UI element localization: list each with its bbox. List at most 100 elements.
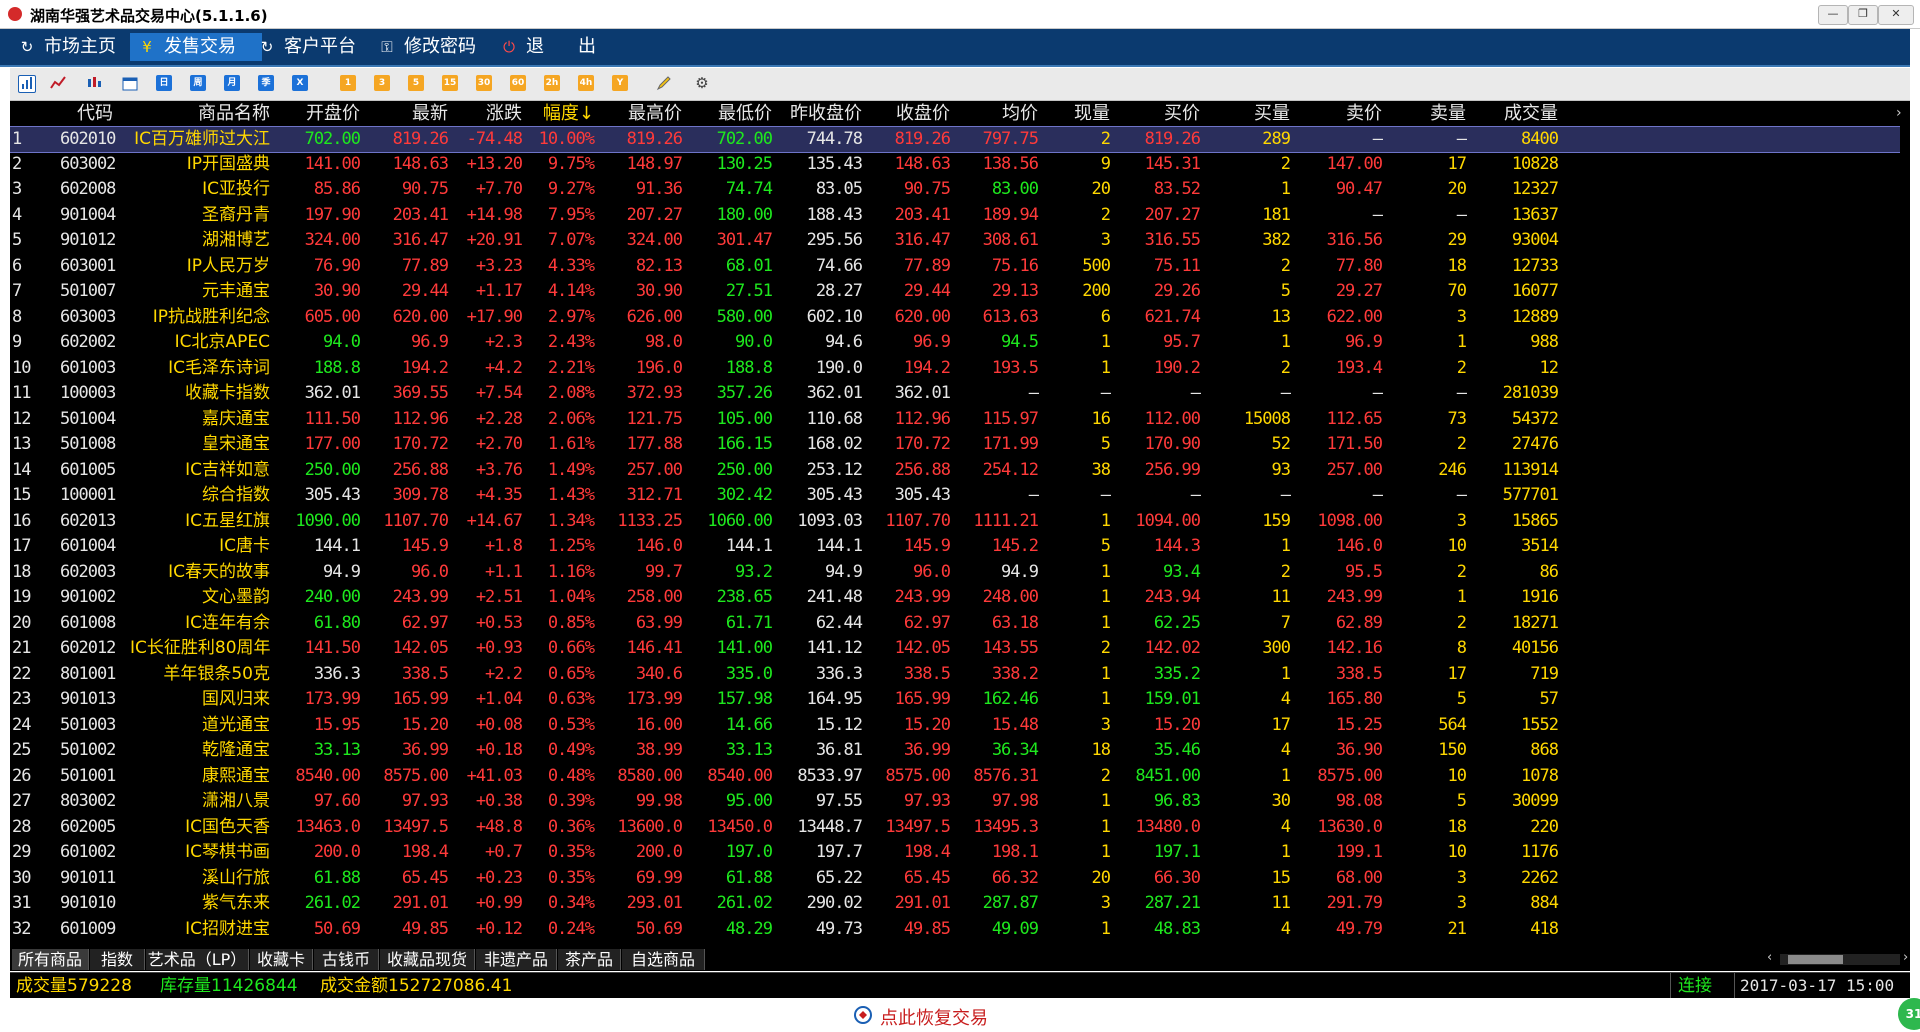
header-change-pct[interactable]: 幅度↓ [522, 101, 594, 126]
menu-item-2[interactable]: ↻ 客户平台 [250, 33, 382, 61]
header-ask-price[interactable]: 卖价 [1290, 101, 1382, 126]
calendar-icon[interactable] [122, 75, 138, 91]
day-icon[interactable]: 日 [156, 75, 172, 91]
month-icon[interactable]: 月 [224, 75, 240, 91]
table-row[interactable]: 28 602005 IC国色天香 13463.0 13497.5 +48.8 0.36% 13… [10, 815, 1900, 840]
table-row[interactable]: 21 602012 IC长征胜利80周年 141.50 142.05 +0.93 0.66%… [10, 636, 1900, 661]
table-row[interactable]: 16 602013 IC五星红旗 1090.00 1107.70 +14.67 1.34% 1… [10, 509, 1900, 534]
header-bid-volume[interactable]: 买量 [1200, 101, 1290, 126]
cell-product-name: 紫气东来 [202, 893, 270, 913]
15min-icon[interactable]: 15 [442, 75, 458, 91]
table-row[interactable]: 27 803002 潇湘八景 97.60 97.93 +0.38 0.39% 99.98 95.… [10, 789, 1900, 814]
table-row[interactable]: 17 601004 IC唐卡 144.1 145.9 +1.8 1.25% 146.0 144.… [10, 534, 1900, 559]
header-open-price[interactable]: 开盘价 [280, 101, 360, 126]
table-row[interactable]: 24 501003 道光通宝 15.95 15.20 +0.08 0.53% 16.00 14.… [10, 713, 1900, 738]
menu-item-1[interactable]: ¥ 发售交易 [130, 33, 262, 61]
table-row[interactable]: 14 601005 IC吉祥如意 250.00 256.88 +3.76 1.49% 257.… [10, 458, 1900, 483]
table-row[interactable]: 30 901011 溪山行旅 61.88 65.45 +0.23 0.35% 69.99 61.… [10, 866, 1900, 891]
scroll-right-arrow-icon[interactable]: › [1903, 950, 1908, 965]
tab-category[interactable]: 指数 [90, 949, 145, 970]
menu-item-4[interactable]: ⏻ 退 [492, 33, 556, 61]
table-row[interactable]: 19 901002 文心墨韵 240.00 243.99 +2.51 1.04% 258.00… [10, 585, 1900, 610]
restore-trading-link[interactable]: 点此恢复交易 [854, 1004, 988, 1030]
draw-pencil-icon[interactable] [656, 75, 672, 91]
list-view-icon[interactable] [18, 75, 36, 93]
table-row[interactable]: 11 100003 收藏卡指数 362.01 369.55 +7.54 2.08% 372.9… [10, 381, 1900, 406]
table-row[interactable]: 5 901012 湖湘博艺 324.00 316.47 +20.91 7.07% 324.00… [10, 228, 1900, 253]
header-product-name[interactable]: 商品名称 [130, 101, 270, 126]
table-row[interactable]: 23 901013 国风归来 173.99 165.99 +1.04 0.63% 173.99… [10, 687, 1900, 712]
table-row[interactable]: 3 602008 IC亚投行 85.86 90.75 +7.70 9.27% 91.36 74.… [10, 177, 1900, 202]
menu-item-5[interactable]: 出 [570, 33, 608, 61]
table-row[interactable]: 29 601002 IC琴棋书画 200.0 198.4 +0.7 0.35% 200.0 19… [10, 840, 1900, 865]
tab-category[interactable]: 古钱币 [314, 949, 379, 970]
x-period-icon[interactable]: X [292, 75, 308, 91]
header-prev-close[interactable]: 昨收盘价 [772, 101, 862, 126]
table-row[interactable]: 18 602003 IC春天的故事 94.9 96.0 +1.1 1.16% 99.7 93.2… [10, 560, 1900, 585]
5min-icon[interactable]: 5 [408, 75, 424, 91]
table-row[interactable]: 25 501002 乾隆通宝 33.13 36.99 +0.18 0.49% 38.99 33.… [10, 738, 1900, 763]
table-row[interactable]: 32 601009 IC招财进宝 50.69 49.85 +0.12 0.24% 50.69 4… [10, 917, 1900, 942]
cell-bid-price: 142.02 [1144, 638, 1201, 658]
notification-badge[interactable]: 31 [1898, 998, 1920, 1030]
table-row[interactable]: 13 501008 皇宋通宝 177.00 170.72 +2.70 1.61% 177.88… [10, 432, 1900, 457]
tab-category[interactable]: 收藏品现货 [380, 949, 475, 970]
scroll-left-arrow-icon[interactable]: ‹ [1767, 950, 1772, 965]
table-row[interactable]: 15 100001 综合指数 305.43 309.78 +4.35 1.43% 312.71… [10, 483, 1900, 508]
close-button[interactable]: ✕ [1878, 5, 1914, 25]
header-avg-price[interactable]: 均价 [950, 101, 1038, 126]
tab-category[interactable]: 自选商品 [622, 949, 705, 970]
header-row-index[interactable] [12, 101, 42, 126]
table-row[interactable]: 26 501001 康熙通宝 8540.00 8575.00 +41.03 0.48% 858… [10, 764, 1900, 789]
settings-gear-icon[interactable]: ⚙ [694, 75, 710, 91]
menu-item-3[interactable]: ⚿ 修改密码 [370, 33, 502, 61]
maximize-button[interactable]: ❐ [1848, 5, 1878, 25]
header-current-volume[interactable]: 现量 [1040, 101, 1110, 126]
60min-icon[interactable]: 60 [510, 75, 526, 91]
line-chart-icon[interactable] [50, 75, 66, 91]
cell-close-price: 338.5 [903, 663, 951, 684]
header-last-price[interactable]: 最新 [360, 101, 448, 126]
table-row[interactable]: 9 602002 IC北京APEC 94.0 96.9 +2.3 2.43% 98.0 90.0… [10, 330, 1900, 355]
cell-change-pct: 1.16% [547, 561, 595, 582]
table-row[interactable]: 1 602010 IC百万雄师过大江 702.00 819.26 -74.48 10.00%… [10, 126, 1900, 153]
header-code[interactable]: 代码 [60, 101, 130, 126]
header-high-price[interactable]: 最高价 [596, 101, 682, 126]
header-change[interactable]: 涨跌 [450, 101, 522, 126]
header-total-volume[interactable]: 成交量 [1466, 101, 1558, 126]
tab-category[interactable]: 收藏卡 [250, 949, 313, 970]
scroll-right-icon[interactable]: › [1896, 105, 1902, 121]
table-row[interactable]: 8 603003 IP抗战胜利纪念 605.00 620.00 +17.90 2.97% 62… [10, 305, 1900, 330]
status-divider [1670, 973, 1671, 999]
table-row[interactable]: 22 801001 羊年银条50克 336.3 338.5 +2.2 0.65% 340.6 3… [10, 662, 1900, 687]
tab-category[interactable]: 茶产品 [558, 949, 621, 970]
table-row[interactable]: 4 901004 圣裔丹青 197.90 203.41 +14.98 7.95% 207.27… [10, 203, 1900, 228]
header-low-price[interactable]: 最低价 [682, 101, 772, 126]
table-row[interactable]: 6 603001 IP人民万岁 76.90 77.89 +3.23 4.33% 82.13 68… [10, 254, 1900, 279]
2h-icon[interactable]: 2h [544, 75, 560, 91]
table-row[interactable]: 20 601008 IC连年有余 61.80 62.97 +0.53 0.85% 63.99 6… [10, 611, 1900, 636]
minimize-button[interactable]: — [1818, 5, 1848, 25]
table-row[interactable]: 31 901010 紫气东来 261.02 291.01 +0.99 0.34% 293.01… [10, 891, 1900, 916]
menu-item-0[interactable]: ↻ 市场主页 [10, 33, 142, 61]
1min-icon[interactable]: 1 [340, 75, 356, 91]
tab-category[interactable]: 艺术品（LP） [146, 949, 249, 970]
candlestick-icon[interactable] [86, 75, 102, 91]
tab-category[interactable]: 所有商品 [12, 949, 89, 970]
30min-icon[interactable]: 30 [476, 75, 492, 91]
horizontal-scrollbar[interactable] [1780, 954, 1900, 965]
header-close-price[interactable]: 收盘价 [862, 101, 950, 126]
tab-category[interactable]: 非遗产品 [476, 949, 557, 970]
week-icon[interactable]: 周 [190, 75, 206, 91]
year-icon[interactable]: Y [612, 75, 628, 91]
table-row[interactable]: 10 601003 IC毛泽东诗词 188.8 194.2 +4.2 2.21% 196.0 1… [10, 356, 1900, 381]
table-row[interactable]: 12 501004 嘉庆通宝 111.50 112.96 +2.28 2.06% 121.75… [10, 407, 1900, 432]
header-bid-price[interactable]: 买价 [1110, 101, 1200, 126]
header-ask-volume[interactable]: 卖量 [1382, 101, 1466, 126]
3min-icon[interactable]: 3 [374, 75, 390, 91]
quarter-icon[interactable]: 季 [258, 75, 274, 91]
table-row[interactable]: 2 603002 IP开国盛典 141.00 148.63 +13.20 9.75% 148.… [10, 152, 1900, 177]
4h-icon[interactable]: 4h [578, 75, 594, 91]
table-row[interactable]: 7 501007 元丰通宝 30.90 29.44 +1.17 4.14% 30.90 27.5… [10, 279, 1900, 304]
scrollbar-thumb[interactable] [1788, 955, 1843, 964]
